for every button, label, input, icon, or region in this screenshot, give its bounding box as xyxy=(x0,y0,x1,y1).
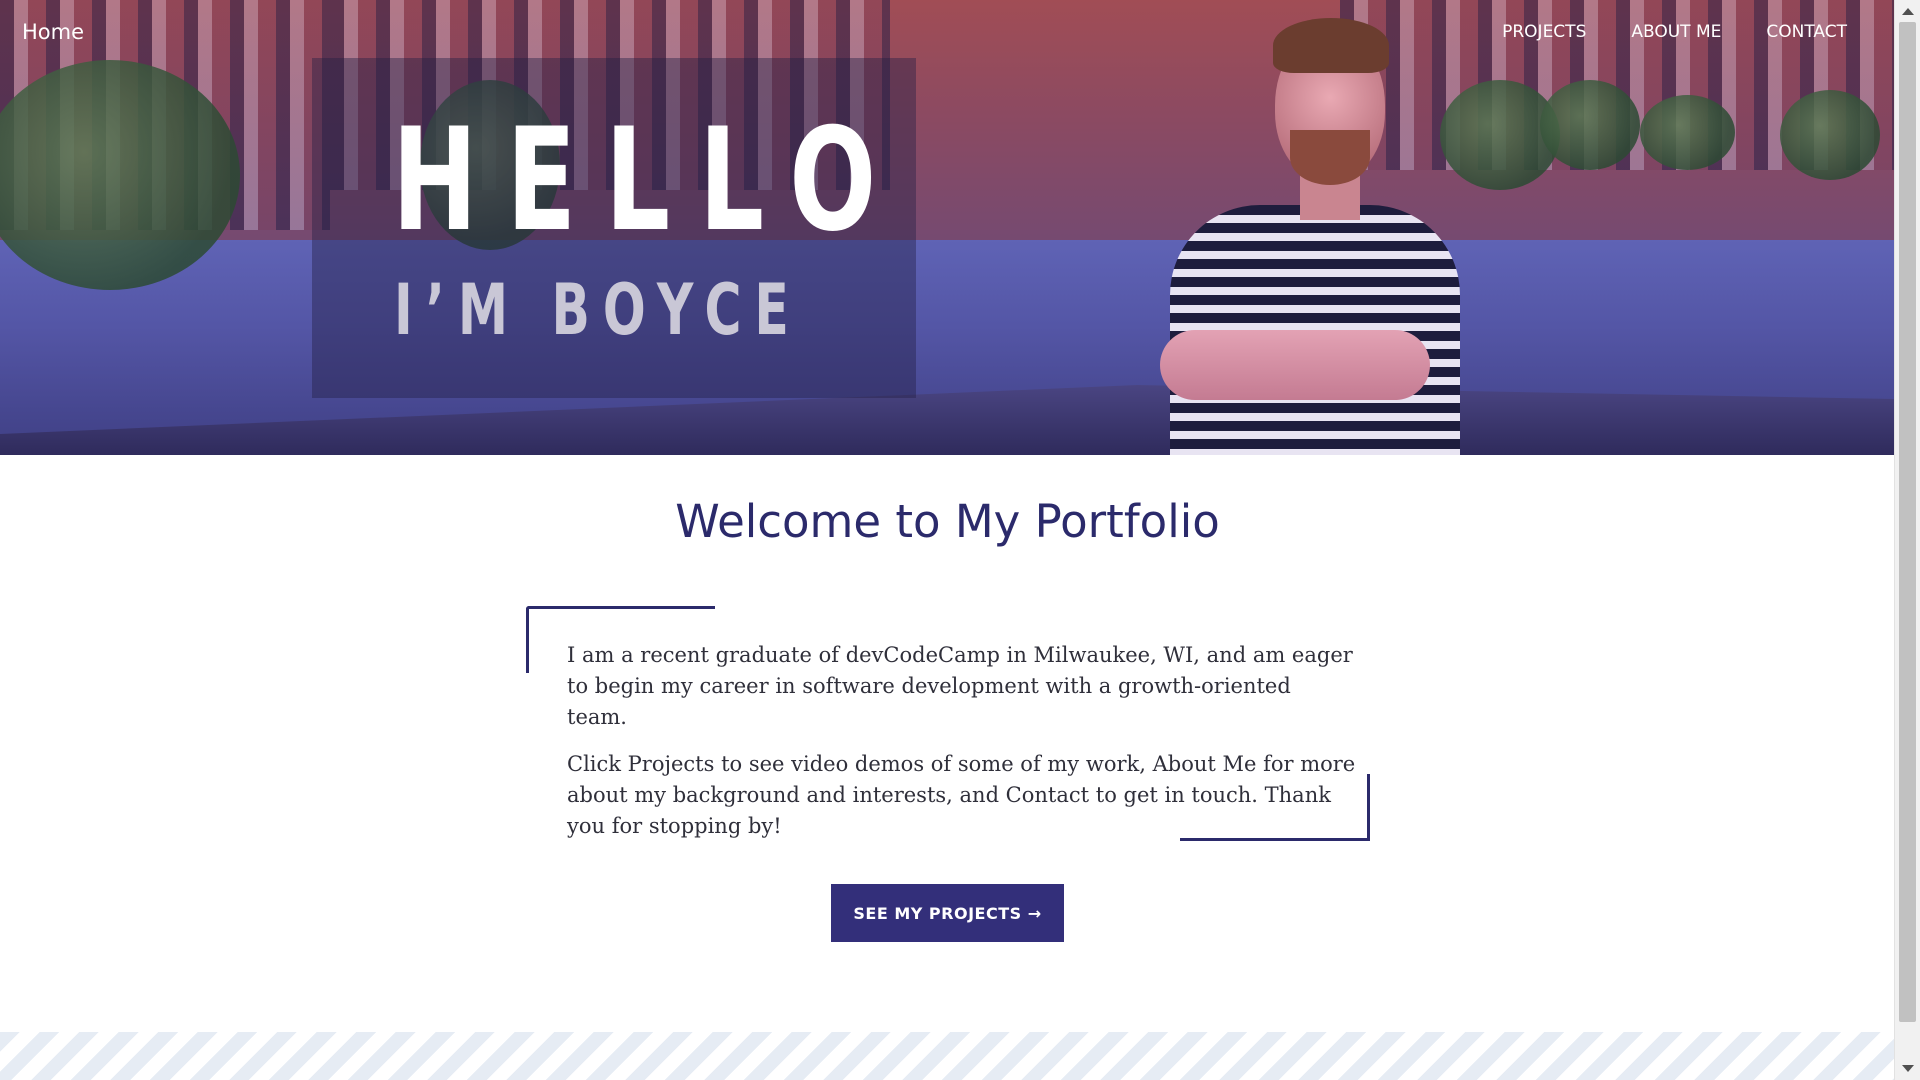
portrait-photo xyxy=(1140,10,1480,455)
hero-headline: HELLO xyxy=(392,98,905,263)
scroll-down-icon[interactable] xyxy=(1902,1065,1914,1072)
hero-trees xyxy=(1780,90,1880,180)
hero-banner: HELLO I’M BOYCE Home PROJECTS ABOUT ME C… xyxy=(0,0,1895,455)
vertical-scrollbar[interactable] xyxy=(1894,0,1920,1080)
intro-paragraph: Click Projects to see video demos of som… xyxy=(567,752,1356,838)
intro-paragraph: I am a recent graduate of devCodeCamp in… xyxy=(567,643,1353,729)
hero-trees xyxy=(1540,80,1640,170)
scroll-up-icon[interactable] xyxy=(1902,8,1914,15)
page-title: Welcome to My Portfolio xyxy=(675,495,1220,548)
portrait-beard xyxy=(1290,130,1370,185)
nav-about-me-link[interactable]: ABOUT ME xyxy=(1631,22,1721,42)
top-nav: PROJECTS ABOUT ME CONTACT xyxy=(1502,22,1847,42)
nav-home-link[interactable]: Home xyxy=(22,20,84,44)
portrait-hair xyxy=(1273,18,1389,73)
see-my-projects-button[interactable]: SEE MY PROJECTS → xyxy=(831,884,1064,942)
portrait-arms xyxy=(1160,330,1430,400)
intro-text: I am a recent graduate of devCodeCamp in… xyxy=(567,640,1357,858)
nav-projects-link[interactable]: PROJECTS xyxy=(1502,22,1586,42)
footer-stripe-pattern xyxy=(0,1032,1895,1080)
nav-contact-link[interactable]: CONTACT xyxy=(1766,22,1847,42)
hero-subheadline: I’M BOYCE xyxy=(394,269,802,351)
hero-trees xyxy=(1640,95,1735,170)
scrollbar-thumb[interactable] xyxy=(1899,22,1916,1022)
